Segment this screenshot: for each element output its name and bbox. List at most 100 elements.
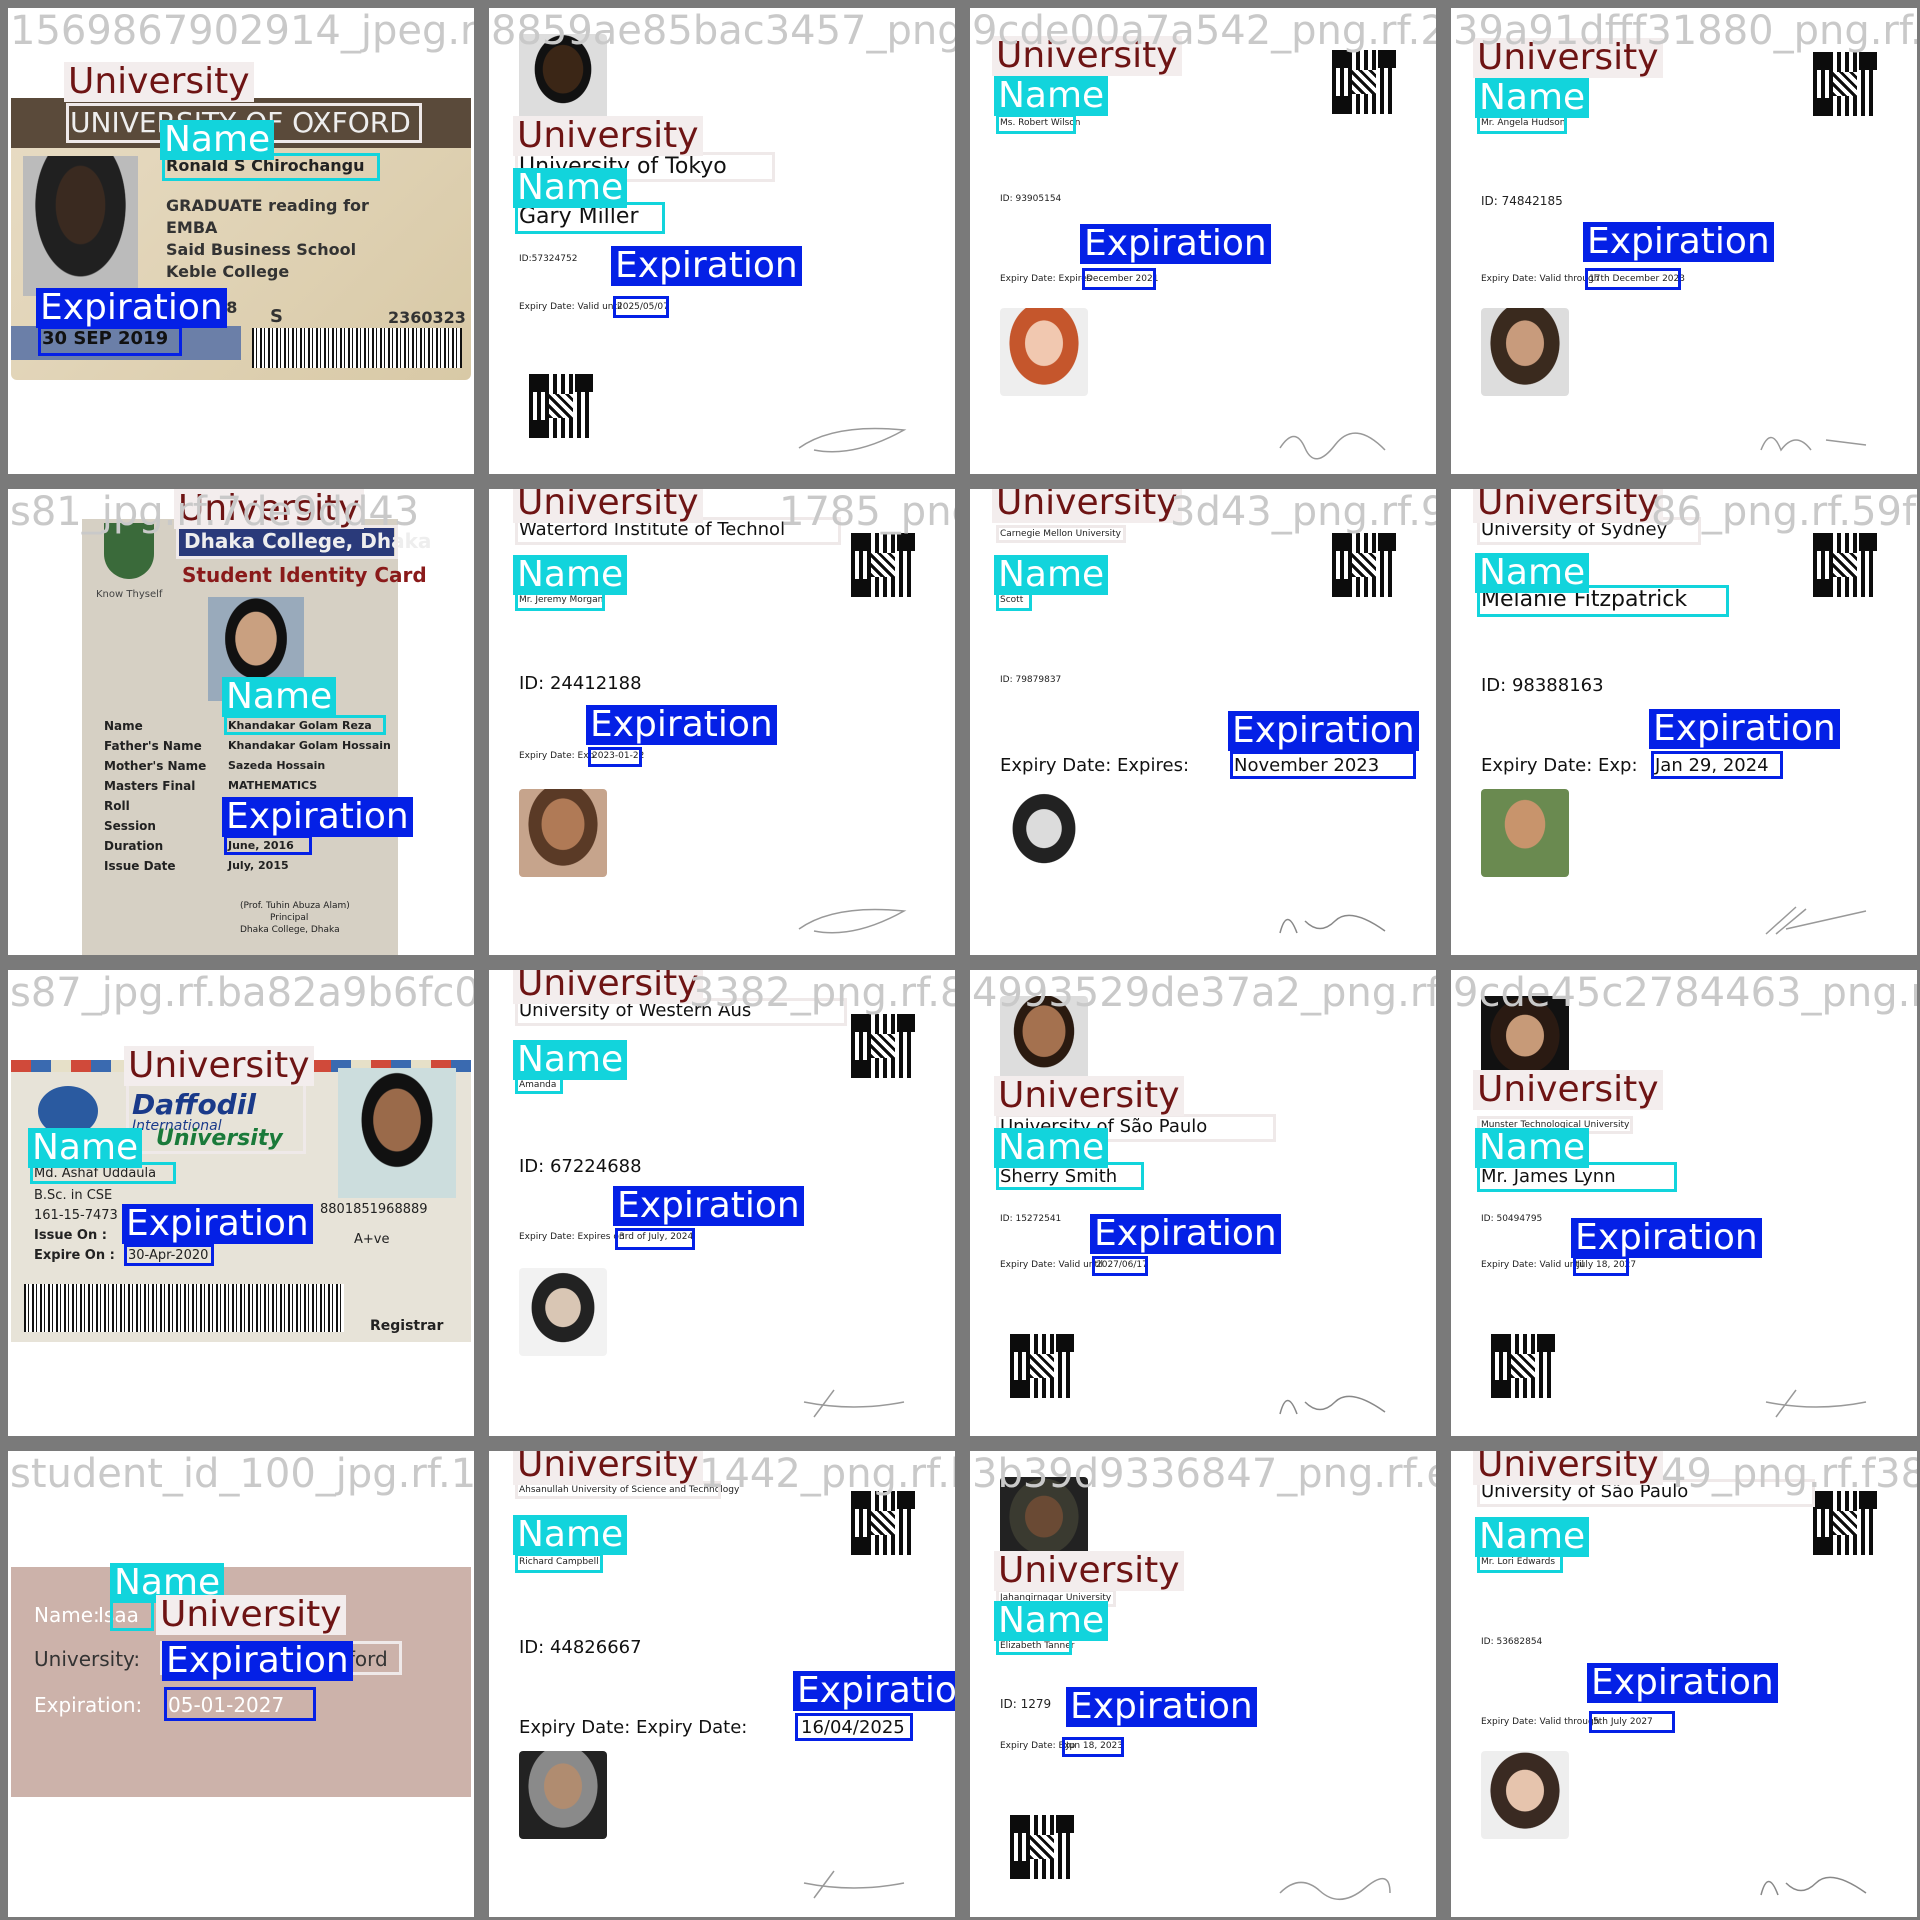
card-id: ID:57324752 <box>519 254 578 264</box>
qr-code-icon <box>1491 1334 1555 1398</box>
expiration-label: Expiration <box>1571 1218 1762 1258</box>
file-name: 9cde45c2784463_png.rf.0ab9d <box>1453 970 1917 1016</box>
card-expiry-label: Expiry Date: Valid until <box>1000 1260 1104 1270</box>
name-label: Name <box>513 1515 628 1555</box>
cell-15: University of São Paulo Mr. Lori Edwards… <box>1451 1451 1917 1917</box>
card-id: ID: 50494795 <box>1481 1214 1543 1224</box>
expiration-box <box>1230 751 1416 779</box>
expiration-label: Expiration <box>586 705 777 745</box>
expiration-label: Expiration <box>1228 711 1419 751</box>
field-label: Issue On : <box>34 1228 107 1243</box>
cell-7: University of Sydney Melanie Fitzpatrick… <box>1451 489 1917 955</box>
expiration-box <box>613 296 669 318</box>
expiration-box <box>1092 1256 1148 1276</box>
file-name: 1442_png.rf.bb1e <box>699 1451 955 1497</box>
cell-0: 1569867902914_jpeg.rf.d75 UNIVERSITY OF … <box>8 8 474 474</box>
expiration-box <box>164 1687 316 1721</box>
card-expiry-label: Expiry Date: Valid until <box>1481 1260 1585 1270</box>
file-name: student_id_100_jpg.rf.19baa <box>10 1451 474 1497</box>
expiration-box <box>1651 751 1783 779</box>
qr-code-icon <box>1813 1491 1877 1555</box>
file-name: 86_png.rf.59f0003 <box>1651 489 1917 535</box>
university-label: University <box>994 1076 1184 1116</box>
qr-code-icon <box>1010 1334 1074 1398</box>
name-box <box>224 715 386 735</box>
file-name: 9cde00a7a542_png.rf.229b <box>972 8 1436 54</box>
cell-14: Jahangirnagar University Elizabeth Tanne… <box>970 1451 1436 1917</box>
university-label: University <box>513 970 703 1004</box>
signature-icon <box>803 1389 905 1418</box>
university-label: University <box>64 62 254 102</box>
portrait-photo <box>1000 308 1088 396</box>
card-title: Student Identity Card <box>182 563 427 587</box>
portrait-photo <box>1481 308 1569 396</box>
batch-grid: 1569867902914_jpeg.rf.d75 UNIVERSITY OF … <box>0 0 1920 1920</box>
card-line: 2360323 <box>388 308 466 327</box>
qr-code-icon <box>851 1491 915 1555</box>
file-name: s81_jpg.rf.7de9dd43 <box>10 489 420 535</box>
expiration-box <box>1082 268 1156 290</box>
cell-13: Ahsanullah University of Science and Tec… <box>489 1451 955 1917</box>
card-id: ID: 15272541 <box>1000 1214 1062 1224</box>
field-label: Mother's Name <box>104 759 207 773</box>
expiration-label: Expiration <box>222 797 413 837</box>
file-name: 3b39d9336847_png.rf.e9fff <box>972 1451 1436 1497</box>
university-label: University <box>513 1451 703 1485</box>
expiration-label: Expiration <box>613 1186 804 1226</box>
cell-10: University of São Paulo Sherry Smith ID:… <box>970 970 1436 1436</box>
card-id: ID: 93905154 <box>1000 194 1062 204</box>
expiration-box <box>588 747 642 767</box>
qr-code-icon <box>1332 50 1396 114</box>
card-id: 161-15-7473 <box>34 1208 118 1223</box>
card-id: ID: 98388163 <box>1481 675 1604 696</box>
card-line: Keble College <box>166 262 290 281</box>
file-name: 1785_png.rf.08f9a <box>779 489 955 535</box>
signatory-org: Dhaka College, Dhaka <box>240 925 340 935</box>
field-label: Issue Date <box>104 859 176 873</box>
field-label: Masters Final <box>104 779 196 793</box>
expiration-label: Expiration <box>162 1641 353 1681</box>
signature-icon <box>1279 1395 1386 1415</box>
signature-icon <box>1279 432 1386 460</box>
qr-code-icon <box>1813 533 1877 597</box>
university-label: University <box>156 1595 346 1635</box>
portrait-photo <box>1481 1751 1569 1839</box>
card-id: ID: 79879837 <box>1000 675 1062 685</box>
name-box <box>515 1553 603 1573</box>
card-line: Said Business School <box>166 240 357 259</box>
file-name: 3d43_png.rf.90c8 <box>1170 489 1436 535</box>
expiration-box <box>124 1244 214 1266</box>
card-id: ID: 67224688 <box>519 1156 642 1177</box>
university-label: University <box>994 1551 1184 1591</box>
university-box <box>126 1082 306 1154</box>
expiration-box <box>795 1713 913 1741</box>
name-label: Name <box>513 1040 628 1080</box>
portrait-photo <box>519 789 607 877</box>
card-blood: A+ve <box>354 1232 390 1247</box>
portrait-photo <box>1000 789 1088 877</box>
qr-code-icon <box>851 1014 915 1078</box>
card-line: S <box>270 306 283 327</box>
cell-9: University of Western Aus Amanda ID: 672… <box>489 970 955 1436</box>
card-expiry-label: Expiry Date: Valid until <box>519 302 623 312</box>
card-expiry-label: Expiry Date: Expires on <box>519 1232 625 1242</box>
card-expiry-label: Expiry Date: Expires <box>1000 274 1092 284</box>
file-name: 8859ae85bac3457_png.rf.ad21 <box>491 8 955 54</box>
signature-icon <box>1760 436 1867 452</box>
expiration-label: Expiration <box>1066 1687 1257 1727</box>
barcode <box>24 1284 344 1332</box>
expiration-label: Expiration <box>122 1204 313 1244</box>
card-expiry-label: Expiry Date: Valid through <box>1481 274 1600 284</box>
card-signatory: Registrar <box>370 1318 444 1334</box>
field-label: Name: <box>34 1603 100 1627</box>
name-label: Name <box>994 1128 1109 1168</box>
expiration-box <box>1589 1711 1675 1733</box>
card-phone: 8801851968889 <box>320 1202 428 1217</box>
card-line: GRADUATE reading for <box>166 196 369 215</box>
cell-12: Name: Isaa University: xford Expiration:… <box>8 1451 474 1917</box>
card-person-photo <box>338 1068 456 1198</box>
signature-icon <box>1760 1876 1867 1896</box>
barcode <box>252 328 462 368</box>
expiration-label: Expiration <box>1583 222 1774 262</box>
expiration-box <box>1585 268 1681 290</box>
